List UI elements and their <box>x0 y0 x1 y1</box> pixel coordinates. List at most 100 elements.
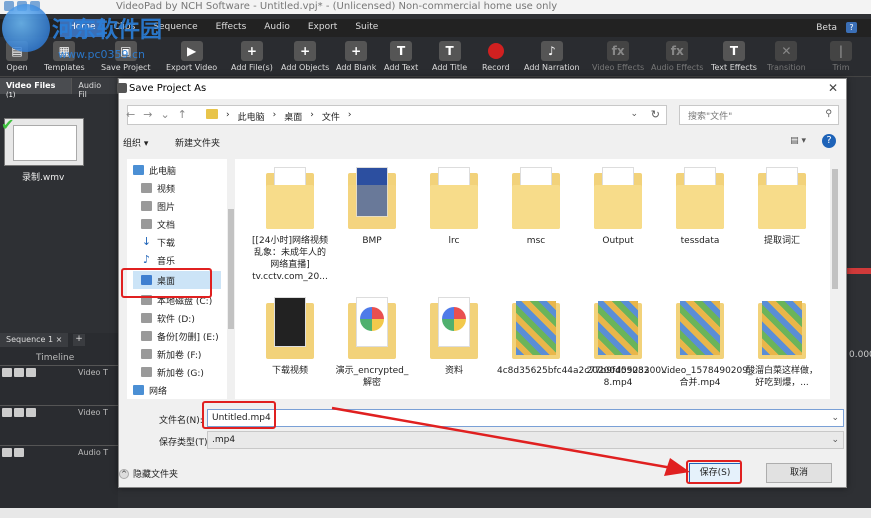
nav-pictures[interactable]: 图片 <box>141 197 175 215</box>
add-text-button[interactable]: T Add Text <box>384 41 418 72</box>
nav-videos[interactable]: 视频 <box>141 179 175 197</box>
help-icon[interactable]: ? <box>846 22 857 33</box>
tab-sequence-1[interactable]: Sequence 1 × <box>0 333 69 347</box>
menu-clips[interactable]: Clips <box>105 19 145 37</box>
close-icon[interactable]: ✕ <box>828 81 838 95</box>
add-sequence-button[interactable]: + <box>73 334 85 346</box>
menu-home[interactable]: Home <box>60 19 105 37</box>
file-item[interactable]: msc <box>497 167 575 247</box>
add-blank-button[interactable]: + Add Blank <box>336 41 376 72</box>
breadcrumb-files[interactable]: 文件 <box>322 110 340 123</box>
back-arrow-icon[interactable]: ← <box>126 108 135 121</box>
open-button[interactable]: ▤ Open <box>6 41 28 72</box>
beta-label[interactable]: Beta <box>816 23 837 33</box>
film-icon[interactable] <box>26 368 36 377</box>
file-item[interactable]: Video_1578490209_合并.mp4 <box>661 297 752 389</box>
file-item[interactable]: [[24小时]网络视频乱象：未成年人的网络直播] tv.cctv.com_20.… <box>251 167 329 283</box>
clip-thumbnail[interactable]: ✔ <box>1 115 84 166</box>
add-narration-button[interactable]: ♪ Add Narration <box>524 41 580 72</box>
scroll-thumb[interactable] <box>228 209 234 329</box>
eye-icon[interactable] <box>2 408 12 417</box>
media-tabs: Video Files (1) Audio Fil <box>0 78 118 99</box>
nav-downloads[interactable]: ↓ 下载 <box>141 233 175 251</box>
view-options-icon[interactable]: ▤ ▾ <box>790 136 806 146</box>
nav-drive-g[interactable]: 新加卷 (G:) <box>141 363 204 381</box>
organize-button[interactable]: 组织 ▾ <box>123 136 148 149</box>
open-icon: ▤ <box>6 41 28 61</box>
refresh-icon[interactable]: ↻ <box>651 108 660 121</box>
chevron-down-icon[interactable]: ⌄ <box>831 435 839 445</box>
nav-music[interactable]: ♪ 音乐 <box>141 251 175 269</box>
file-item[interactable]: BMP <box>333 167 411 247</box>
transition-button[interactable]: ✕ Transition <box>767 41 806 72</box>
tab-audio-files[interactable]: Audio Fil <box>72 78 118 99</box>
nav-network[interactable]: 网络 <box>133 381 167 399</box>
save-project-button[interactable]: ▣ Save Project <box>101 41 151 72</box>
cancel-button[interactable]: 取消 <box>766 463 832 483</box>
templates-button[interactable]: ▦ Templates <box>44 41 85 72</box>
nav-drive-e[interactable]: 备份[勿删] (E:) <box>141 327 219 345</box>
nav-documents[interactable]: 文档 <box>141 215 175 233</box>
text-effects-button[interactable]: T Text Effects <box>711 41 757 72</box>
chevron-down-icon[interactable]: ⌄ <box>630 109 638 119</box>
nav-scrollbar[interactable] <box>227 159 235 399</box>
filetype-label: 保存类型(T): <box>159 438 211 448</box>
add-title-button[interactable]: T Add Title <box>432 41 467 72</box>
close-tab-icon[interactable]: × <box>56 335 63 344</box>
menu-audio[interactable]: Audio <box>255 19 299 37</box>
menu-effects[interactable]: Effects <box>207 19 256 37</box>
add-files-button[interactable]: + Add File(s) <box>231 41 273 72</box>
undo-quick-icon[interactable] <box>30 1 40 11</box>
dialog-app-icon <box>117 83 127 93</box>
new-folder-button[interactable]: 新建文件夹 <box>175 136 220 149</box>
nav-drive-f[interactable]: 新加卷 (F:) <box>141 345 201 363</box>
menu-export[interactable]: Export <box>299 19 346 37</box>
address-bar[interactable]: ← → ⌄ ↑ › 此电脑 › 桌面 › 文件 › ⌄ ↻ <box>126 105 667 125</box>
folder-icon <box>758 297 806 359</box>
record-button[interactable]: Record <box>482 41 510 72</box>
eye-icon[interactable] <box>2 368 12 377</box>
nav-this-pc[interactable]: 此电脑 <box>133 161 176 179</box>
filename-input[interactable]: Untitled.mp4 ⌄ <box>207 409 844 427</box>
film-icon[interactable] <box>26 408 36 417</box>
breadcrumb-desktop[interactable]: 桌面 <box>284 110 302 123</box>
chevron-down-icon[interactable]: ⌄ <box>831 413 839 423</box>
file-item[interactable]: 4c8d35625bfc44a2c77b9fd5523200... <box>497 297 670 377</box>
search-input[interactable]: 搜索"文件" ⚲ <box>679 105 839 125</box>
menu-suite[interactable]: Suite <box>346 19 387 37</box>
track-controls <box>2 448 24 457</box>
file-item[interactable]: 资料 <box>415 297 493 377</box>
microphone-icon: ♪ <box>540 41 563 61</box>
save-quick-icon[interactable] <box>17 1 27 11</box>
hide-folders-toggle[interactable]: ^ 隐藏文件夹 <box>119 467 178 480</box>
recent-chevron-icon[interactable]: ⌄ <box>160 108 169 121</box>
breadcrumb: › 此电脑 › 桌面 › 文件 › <box>206 109 351 123</box>
nav-drive-d[interactable]: 软件 (D:) <box>141 309 195 327</box>
file-item[interactable]: 下载视频 <box>251 297 329 377</box>
up-arrow-icon[interactable]: ↑ <box>178 108 187 121</box>
lock-icon[interactable] <box>14 368 24 377</box>
file-item[interactable]: 演示_encrypted_解密 <box>333 297 411 389</box>
menu-sequence[interactable]: Sequence <box>144 19 206 37</box>
lock-icon[interactable] <box>14 448 24 457</box>
lock-icon[interactable] <box>14 408 24 417</box>
file-item[interactable]: 20200409083 8.mp4 <box>579 297 657 389</box>
trim-button[interactable]: | Trim <box>830 41 852 72</box>
add-objects-button[interactable]: + Add Objects <box>281 41 329 72</box>
speaker-icon[interactable] <box>2 448 12 457</box>
content-scrollbar[interactable] <box>830 159 840 399</box>
filetype-select[interactable]: .mp4 ⌄ <box>207 431 844 449</box>
export-video-button[interactable]: ▶ Export Video <box>166 41 217 72</box>
file-item[interactable]: Output <box>579 167 657 247</box>
breadcrumb-this-pc[interactable]: 此电脑 <box>238 110 265 123</box>
scroll-thumb[interactable] <box>832 169 838 289</box>
file-item[interactable]: lrc <box>415 167 493 247</box>
forward-arrow-icon[interactable]: → <box>143 108 152 121</box>
video-effects-button[interactable]: fx Video Effects <box>592 41 644 72</box>
file-item[interactable]: tessdata <box>661 167 739 247</box>
audio-effects-button[interactable]: fx Audio Effects <box>651 41 703 72</box>
tab-video-files[interactable]: Video Files (1) <box>0 78 73 99</box>
help-icon[interactable]: ? <box>822 134 836 148</box>
file-item[interactable]: 酸溜白菜这样做，好吃到爆，... <box>743 297 821 389</box>
file-item[interactable]: 提取词汇 <box>743 167 821 247</box>
